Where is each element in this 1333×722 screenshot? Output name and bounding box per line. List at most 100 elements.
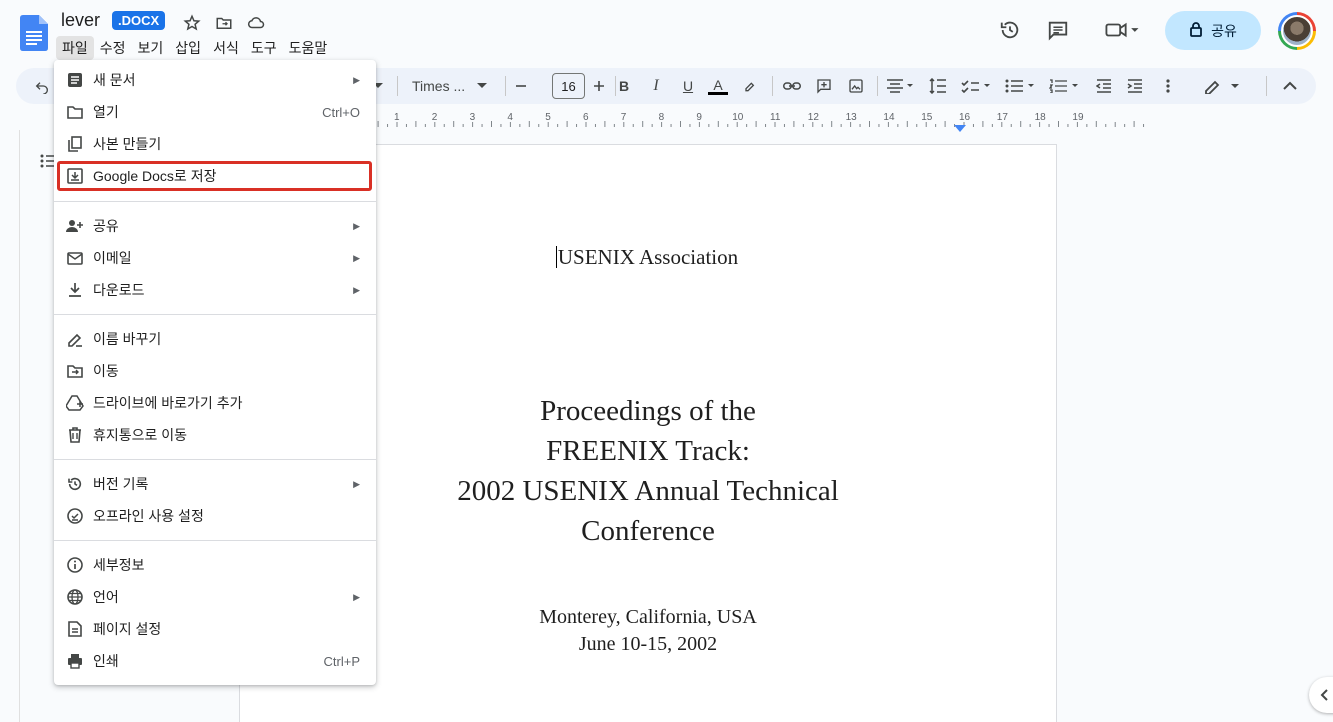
menu-file[interactable]: 파일: [56, 36, 94, 60]
font-family-select[interactable]: Times ...: [406, 74, 496, 98]
menu-tools[interactable]: 도구: [245, 36, 283, 60]
collapse-toolbar-icon[interactable]: [1278, 74, 1302, 98]
menu-item-move[interactable]: 이동: [54, 355, 376, 387]
menu-edit[interactable]: 수정: [94, 36, 132, 60]
decrease-font-size-icon[interactable]: [512, 74, 530, 98]
ruler-number: 14: [883, 112, 895, 123]
highlight-pen-icon[interactable]: [738, 74, 762, 98]
submenu-arrow-icon: ▶: [353, 74, 360, 85]
link-icon[interactable]: [780, 74, 804, 98]
ruler-number: 13: [845, 112, 857, 123]
font-size-input[interactable]: 16: [552, 73, 585, 99]
submenu-arrow-icon: ▶: [353, 252, 360, 263]
rename-icon: [66, 330, 84, 348]
save-download-icon: [66, 167, 84, 185]
numbered-list-icon[interactable]: [1046, 74, 1084, 98]
menu-item-email[interactable]: 이메일 ▶: [54, 242, 376, 274]
docs-logo-icon[interactable]: [20, 15, 48, 51]
menu-item-print[interactable]: 인쇄 Ctrl+P: [54, 645, 376, 677]
menu-item-share[interactable]: 공유 ▶: [54, 210, 376, 242]
vertical-ruler[interactable]: [0, 130, 20, 722]
menu-help[interactable]: 도움말: [283, 36, 334, 60]
person-add-icon: [66, 217, 84, 235]
menu-item-details[interactable]: 세부정보: [54, 549, 376, 581]
app-header: lever .DOCX 파일 수정 보기 삽입 서식 도구 도움말 공유: [0, 0, 1333, 64]
menu-item-language[interactable]: 언어 ▶: [54, 581, 376, 613]
bold-icon[interactable]: B: [612, 74, 636, 98]
page-setup-icon: [66, 620, 84, 638]
menu-insert[interactable]: 삽입: [169, 36, 207, 60]
increase-font-size-icon[interactable]: [590, 74, 608, 98]
share-button-label: 공유: [1211, 22, 1237, 39]
add-comment-icon[interactable]: [812, 74, 836, 98]
italic-icon[interactable]: I: [644, 74, 668, 98]
menu-item-add-shortcut-to-drive[interactable]: 드라이브에 바로가기 추가: [54, 387, 376, 419]
undo-icon[interactable]: [30, 74, 54, 98]
submenu-arrow-icon: ▶: [353, 284, 360, 295]
right-indent-marker-icon[interactable]: [954, 120, 966, 138]
font-family-label: Times ...: [412, 78, 466, 94]
ruler-number: 8: [658, 112, 665, 123]
ruler-number: 12: [807, 112, 819, 123]
history-icon[interactable]: [994, 14, 1026, 46]
ruler-number: 18: [1034, 112, 1046, 123]
decrease-indent-icon[interactable]: [1092, 74, 1116, 98]
menu-item-download[interactable]: 다운로드 ▶: [54, 274, 376, 306]
text-color-icon[interactable]: A: [706, 74, 730, 98]
editing-mode-icon[interactable]: [1200, 74, 1246, 98]
ruler-number: 3: [469, 112, 476, 123]
menu-item-open[interactable]: 열기 Ctrl+O: [54, 96, 376, 128]
trash-icon: [66, 426, 84, 444]
format-badge: .DOCX: [112, 11, 166, 30]
horizontal-ruler[interactable]: 1 2 3 4 5 6 7 8 9 10 11 12 13 14 15 16 17 18 19: [240, 110, 1316, 132]
download-icon: [66, 281, 84, 299]
print-icon: [66, 652, 84, 670]
ruler-number: 6: [583, 112, 589, 123]
move-folder-icon: [66, 362, 84, 380]
ruler-number: 19: [1072, 112, 1084, 123]
menu-item-new-document[interactable]: 새 문서 ▶: [54, 64, 376, 96]
menu-item-save-as-google-docs[interactable]: Google Docs로 저장: [56, 160, 373, 192]
menu-item-page-setup[interactable]: 페이지 설정: [54, 613, 376, 645]
cloud-status-icon[interactable]: [245, 12, 267, 34]
globe-icon: [66, 588, 84, 606]
ruler-number: 9: [696, 112, 702, 123]
underline-icon[interactable]: U: [676, 74, 700, 98]
bulleted-list-icon[interactable]: [1002, 74, 1040, 98]
move-folder-icon[interactable]: [213, 12, 235, 34]
lock-icon: [1189, 21, 1203, 40]
ruler-number: 10: [732, 112, 744, 123]
meet-icon[interactable]: [1098, 14, 1146, 46]
menu-format[interactable]: 서식: [207, 36, 245, 60]
more-options-icon[interactable]: [1156, 74, 1180, 98]
menu-item-move-to-trash[interactable]: 휴지통으로 이동: [54, 419, 376, 451]
share-button[interactable]: 공유: [1165, 11, 1261, 50]
new-doc-icon: [66, 71, 84, 89]
menu-item-rename[interactable]: 이름 바꾸기: [54, 323, 376, 355]
docs-app: lever .DOCX 파일 수정 보기 삽입 서식 도구 도움말 공유 Tim…: [0, 0, 1333, 722]
star-icon[interactable]: [181, 12, 203, 34]
submenu-arrow-icon: ▶: [353, 478, 360, 489]
ruler-number: 7: [620, 112, 627, 123]
menu-item-version-history[interactable]: 버전 기록 ▶: [54, 468, 376, 500]
mail-icon: [66, 249, 84, 267]
comments-icon[interactable]: [1042, 14, 1074, 46]
folder-icon: [66, 103, 84, 121]
ruler-number: 1: [394, 112, 400, 123]
document-title[interactable]: lever: [61, 10, 100, 31]
insert-image-icon[interactable]: [844, 74, 868, 98]
increase-indent-icon[interactable]: [1123, 74, 1147, 98]
menu-item-offline[interactable]: 오프라인 사용 설정: [54, 500, 376, 532]
ruler-number: 17: [996, 112, 1008, 123]
ruler-number: 5: [545, 112, 551, 123]
submenu-arrow-icon: ▶: [353, 220, 360, 231]
align-icon[interactable]: [882, 74, 918, 98]
history-icon: [66, 475, 84, 493]
ruler-number: 15: [921, 112, 933, 123]
checklist-icon[interactable]: [958, 74, 996, 98]
menu-view[interactable]: 보기: [132, 36, 170, 60]
avatar[interactable]: [1278, 12, 1316, 50]
menu-item-make-copy[interactable]: 사본 만들기: [54, 128, 376, 160]
side-panel-toggle-button[interactable]: [1309, 677, 1333, 713]
line-spacing-icon[interactable]: [926, 74, 950, 98]
